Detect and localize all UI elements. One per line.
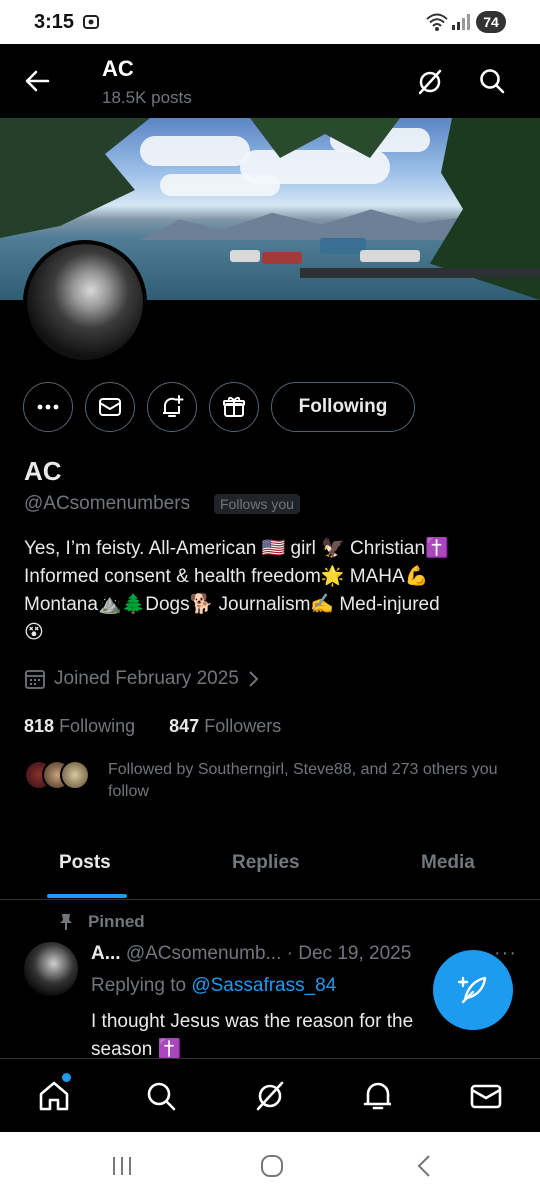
home-button-icon[interactable] — [259, 1154, 285, 1178]
bio-line: Yes, I’m feisty. All-American 🇺🇸 girl 🦅 … — [24, 538, 449, 559]
posts-count: 18.5K posts — [102, 88, 192, 107]
followers-stat[interactable]: 847 Followers — [169, 716, 281, 736]
bell-plus-icon — [163, 395, 184, 417]
more-options-button[interactable] — [23, 382, 73, 432]
bio-line: 😵 — [24, 622, 44, 643]
post-header: A... @ACsomenumb... · Dec 19, 2025 — [91, 943, 411, 965]
notify-button[interactable] — [147, 382, 197, 432]
pinned-label: Pinned — [58, 912, 145, 932]
replying-to-link[interactable]: @Sassafrass_84 — [191, 975, 336, 996]
followers-label: Followers — [204, 716, 282, 736]
header-title: AC — [102, 56, 134, 81]
screen-record-icon — [83, 15, 99, 29]
grok-icon[interactable] — [416, 68, 444, 96]
replying-prefix: Replying to — [91, 975, 187, 996]
pinned-text: Pinned — [88, 912, 145, 931]
home-icon[interactable] — [37, 1079, 71, 1113]
joined-date[interactable]: Joined February 2025 — [24, 668, 259, 690]
gift-button[interactable] — [209, 382, 259, 432]
message-button[interactable] — [85, 382, 135, 432]
post-handle[interactable]: @ACsomenumb... — [126, 943, 282, 964]
following-stat[interactable]: 818 Following — [24, 716, 135, 736]
mail-icon — [99, 398, 121, 416]
search-icon[interactable] — [144, 1079, 178, 1113]
profile-name: AC — [24, 456, 62, 486]
back-button-icon[interactable] — [414, 1154, 434, 1178]
active-tab-indicator — [47, 894, 127, 898]
avatar — [60, 760, 90, 790]
wifi-icon — [426, 13, 448, 31]
tab-replies[interactable]: Replies — [232, 852, 300, 874]
following-button[interactable]: Following — [271, 382, 415, 432]
signal-icon — [452, 14, 470, 30]
system-navigation-bar — [0, 1132, 540, 1200]
messages-icon[interactable] — [469, 1079, 503, 1113]
battery-indicator: 74 — [476, 11, 506, 33]
tab-media[interactable]: Media — [421, 852, 475, 874]
following-label: Following — [59, 716, 136, 736]
followed-by-avatars[interactable] — [24, 760, 94, 792]
bio-line: Informed consent & health freedom🌟 MAHA💪 — [24, 566, 429, 587]
joined-text: Joined February 2025 — [54, 668, 239, 689]
profile-tabs: Posts Replies Media — [0, 838, 540, 900]
compose-post-button[interactable] — [433, 950, 513, 1030]
status-time: 3:15 — [34, 11, 75, 33]
search-icon[interactable] — [478, 67, 506, 95]
recent-apps-icon[interactable] — [110, 1154, 134, 1178]
post-author[interactable]: A... — [91, 943, 121, 964]
bio-line: Montana⛰️🌲Dogs🐕 Journalism✍️ Med-injured — [24, 594, 440, 615]
bottom-navigation — [0, 1058, 540, 1132]
profile-header: AC 18.5K posts — [0, 44, 540, 118]
post-text[interactable]: I thought Jesus was the reason for the s… — [91, 1008, 471, 1064]
grok-icon[interactable] — [253, 1079, 287, 1113]
follow-stats: 818 Following 847 Followers — [24, 716, 281, 737]
gift-icon — [223, 396, 245, 417]
followed-by-text[interactable]: Followed by Southerngirl, Steve88, and 2… — [108, 759, 508, 803]
post-avatar[interactable] — [24, 942, 78, 996]
chevron-right-icon — [249, 671, 259, 687]
home-notification-dot — [62, 1073, 71, 1082]
post-separator: · — [286, 943, 293, 964]
calendar-icon — [25, 670, 45, 689]
more-horizontal-icon — [37, 404, 59, 410]
status-bar: 3:15 74 — [0, 0, 540, 44]
pin-icon — [60, 914, 72, 930]
profile-handle: @ACsomenumbers — [24, 493, 191, 514]
following-count: 818 — [24, 716, 55, 736]
tab-posts[interactable]: Posts — [59, 852, 111, 874]
compose-feather-icon — [457, 976, 487, 1004]
follows-you-badge: Follows you — [214, 494, 300, 514]
followers-count: 847 — [169, 716, 200, 736]
profile-bio: Yes, I’m feisty. All-American 🇺🇸 girl 🦅 … — [24, 535, 524, 647]
post-date[interactable]: Dec 19, 2025 — [298, 943, 411, 964]
back-arrow-icon[interactable] — [24, 68, 50, 94]
post-text-line: I thought Jesus was the reason for the — [91, 1011, 414, 1032]
profile-avatar[interactable] — [23, 240, 147, 364]
replying-to: Replying to @Sassafrass_84 — [91, 975, 336, 997]
notifications-icon[interactable] — [361, 1079, 395, 1113]
